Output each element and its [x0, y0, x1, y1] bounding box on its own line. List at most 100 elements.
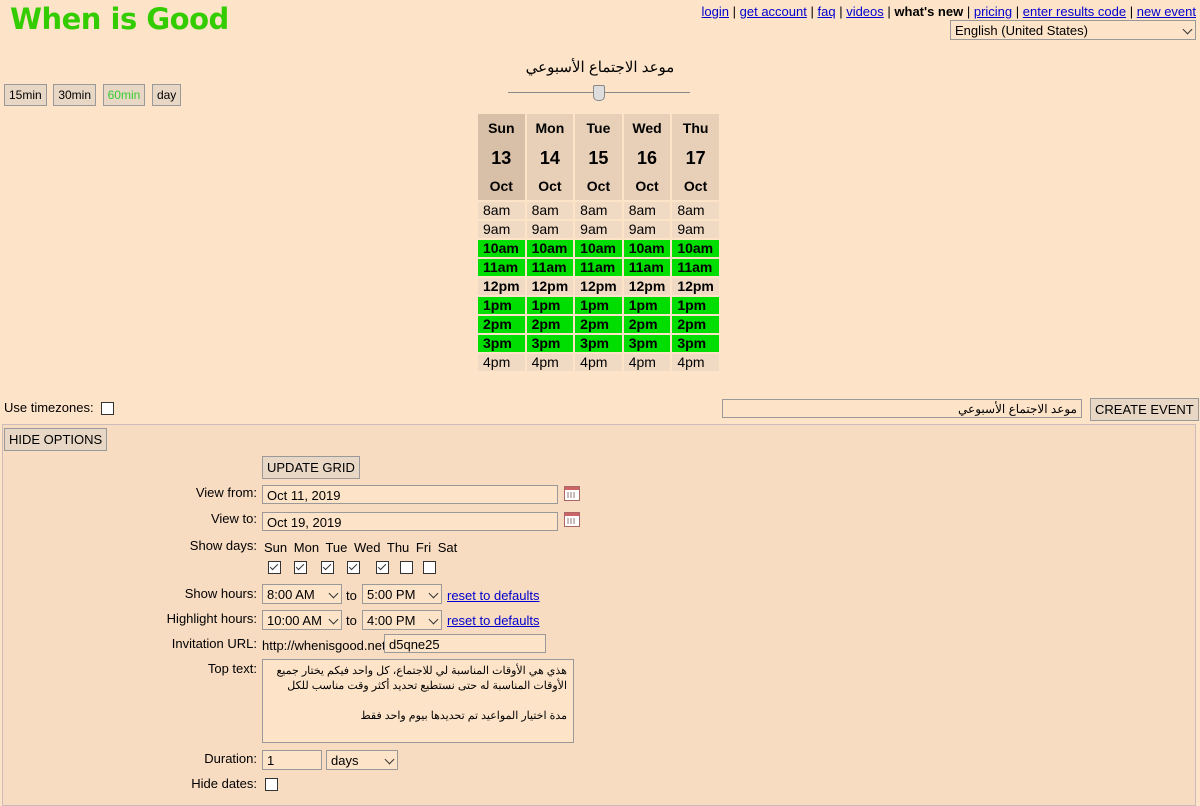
day-column-header[interactable]: Wed 16 Oct: [623, 114, 671, 200]
time-slot-cell[interactable]: 9am: [526, 221, 574, 238]
calendar-icon[interactable]: [564, 512, 580, 527]
nav-enter-results-code[interactable]: enter results code: [1023, 4, 1126, 19]
top-nav: login | get account | faq | videos | wha…: [701, 4, 1196, 19]
day-column-header[interactable]: Thu 17 Oct: [672, 114, 719, 200]
nav-get-account[interactable]: get account: [740, 4, 807, 19]
day-header-dow: Wed: [632, 120, 662, 136]
time-slot-cell[interactable]: 2pm: [672, 316, 719, 333]
time-slot-cell[interactable]: 8am: [575, 202, 622, 219]
hide-dates-checkbox[interactable]: [265, 778, 278, 791]
hide-options-button[interactable]: HIDE OPTIONS: [4, 428, 108, 451]
invitation-code-input[interactable]: d5qne25: [384, 634, 546, 653]
time-slot-cell[interactable]: 2pm: [623, 316, 671, 333]
time-slot-cell[interactable]: 4pm: [575, 354, 622, 371]
hide-dates-label: Hide dates:: [191, 776, 257, 791]
time-slot-cell[interactable]: 12pm: [526, 278, 574, 295]
nav-videos[interactable]: videos: [846, 4, 884, 19]
time-slot-cell[interactable]: 12pm: [478, 278, 525, 295]
time-slot-cell[interactable]: 3pm: [478, 335, 525, 352]
day-column-header[interactable]: Tue 15 Oct: [575, 114, 622, 200]
time-slot-cell[interactable]: 8am: [623, 202, 671, 219]
time-slot-cell[interactable]: 2pm: [526, 316, 574, 333]
reset-show-hours-link[interactable]: reset to defaults: [447, 588, 540, 603]
time-slot-cell[interactable]: 2pm: [478, 316, 525, 333]
nav-new-event[interactable]: new event: [1137, 4, 1196, 19]
time-slot-cell[interactable]: 9am: [478, 221, 525, 238]
show-hours-from-select[interactable]: 8:00 AM: [262, 584, 342, 604]
nav-whats-new[interactable]: what's new: [894, 4, 963, 19]
highlight-to-select[interactable]: 4:00 PM: [362, 610, 442, 630]
calendar-icon[interactable]: [564, 486, 580, 501]
invitation-url-label: Invitation URL:: [171, 636, 257, 651]
nav-login[interactable]: login: [702, 4, 729, 19]
view-to-input[interactable]: Oct 19, 2019: [262, 512, 558, 531]
day-column-header[interactable]: Sun 13 Oct: [478, 114, 525, 200]
time-slot-cell[interactable]: 11am: [478, 259, 525, 276]
time-slot-cell[interactable]: 4pm: [526, 354, 574, 371]
event-title: موعد الاجتماع الأسبوعي: [525, 59, 675, 76]
granularity-day-button[interactable]: day: [151, 84, 182, 106]
time-slot-cell[interactable]: 11am: [623, 259, 671, 276]
time-slot-cell[interactable]: 3pm: [575, 335, 622, 352]
time-slot-cell[interactable]: 10am: [672, 240, 719, 257]
time-grid: Sun 13 Oct Mon 14 Oct Tue 15 Oct Wed 16 Oct Thu 17 Oct…: [476, 112, 721, 373]
show-day-wed-checkbox[interactable]: [347, 561, 360, 574]
view-from-label: View from:: [195, 485, 257, 500]
granularity-30min-button[interactable]: 30min: [53, 84, 96, 106]
show-hours-to-select[interactable]: 5:00 PM: [362, 584, 442, 604]
time-slot-cell[interactable]: 1pm: [526, 297, 574, 314]
show-day-fri-checkbox[interactable]: [400, 561, 413, 574]
time-slot-cell[interactable]: 11am: [672, 259, 719, 276]
day-column-header[interactable]: Mon 14 Oct: [526, 114, 574, 200]
granularity-60min-button[interactable]: 60min: [102, 84, 146, 106]
time-slot-cell[interactable]: 11am: [526, 259, 574, 276]
top-text-textarea[interactable]: هذي هي الأوقات المناسبة لي للاجتماع، كل …: [262, 659, 574, 743]
time-slot-cell[interactable]: 8am: [478, 202, 525, 219]
time-slot-cell[interactable]: 10am: [623, 240, 671, 257]
show-day-sat-checkbox[interactable]: [423, 561, 436, 574]
time-slot-cell[interactable]: 4pm: [478, 354, 525, 371]
time-slot-cell[interactable]: 9am: [623, 221, 671, 238]
time-slot-cell[interactable]: 10am: [478, 240, 525, 257]
update-grid-button[interactable]: UPDATE GRID: [262, 456, 360, 479]
time-slot-cell[interactable]: 12pm: [672, 278, 719, 295]
duration-input[interactable]: 1: [262, 750, 322, 770]
time-slot-cell[interactable]: 8am: [672, 202, 719, 219]
time-slot-cell[interactable]: 10am: [575, 240, 622, 257]
time-slot-cell[interactable]: 4pm: [623, 354, 671, 371]
time-slot-cell[interactable]: 1pm: [623, 297, 671, 314]
time-slot-cell[interactable]: 3pm: [623, 335, 671, 352]
reset-highlight-hours-link[interactable]: reset to defaults: [447, 613, 540, 628]
use-timezones-checkbox[interactable]: [101, 402, 115, 416]
time-slot-cell[interactable]: 9am: [672, 221, 719, 238]
granularity-15min-button[interactable]: 15min: [4, 84, 47, 106]
time-slot-cell[interactable]: 3pm: [672, 335, 719, 352]
time-slot-cell[interactable]: 4pm: [672, 354, 719, 371]
time-slot-cell[interactable]: 3pm: [526, 335, 574, 352]
show-day-tue-checkbox[interactable]: [321, 561, 334, 574]
time-slot-cell[interactable]: 12pm: [575, 278, 622, 295]
time-slot-cell[interactable]: 9am: [575, 221, 622, 238]
show-day-mon-checkbox[interactable]: [294, 561, 307, 574]
nav-faq[interactable]: faq: [817, 4, 835, 19]
nav-pricing[interactable]: pricing: [974, 4, 1012, 19]
time-slot-cell[interactable]: 1pm: [478, 297, 525, 314]
view-from-input[interactable]: Oct 11, 2019: [262, 485, 558, 504]
time-slot-cell[interactable]: 10am: [526, 240, 574, 257]
show-day-thu-checkbox[interactable]: [376, 561, 389, 574]
zoom-slider-handle[interactable]: [593, 85, 605, 101]
time-slot-cell[interactable]: 11am: [575, 259, 622, 276]
duration-unit-select[interactable]: days: [326, 750, 398, 770]
show-day-sun-checkbox[interactable]: [268, 561, 281, 574]
to-label: to: [346, 613, 357, 628]
time-slot-cell[interactable]: 1pm: [575, 297, 622, 314]
create-event-button[interactable]: CREATE EVENT: [1090, 398, 1199, 421]
chevron-down-icon: [428, 588, 439, 599]
time-slot-cell[interactable]: 1pm: [672, 297, 719, 314]
time-slot-cell[interactable]: 8am: [526, 202, 574, 219]
time-slot-cell[interactable]: 2pm: [575, 316, 622, 333]
language-select[interactable]: English (United States): [950, 20, 1196, 40]
event-title-input[interactable]: موعد الاجتماع الأسبوعي: [722, 399, 1082, 418]
highlight-from-select[interactable]: 10:00 AM: [262, 610, 342, 630]
time-slot-cell[interactable]: 12pm: [623, 278, 671, 295]
